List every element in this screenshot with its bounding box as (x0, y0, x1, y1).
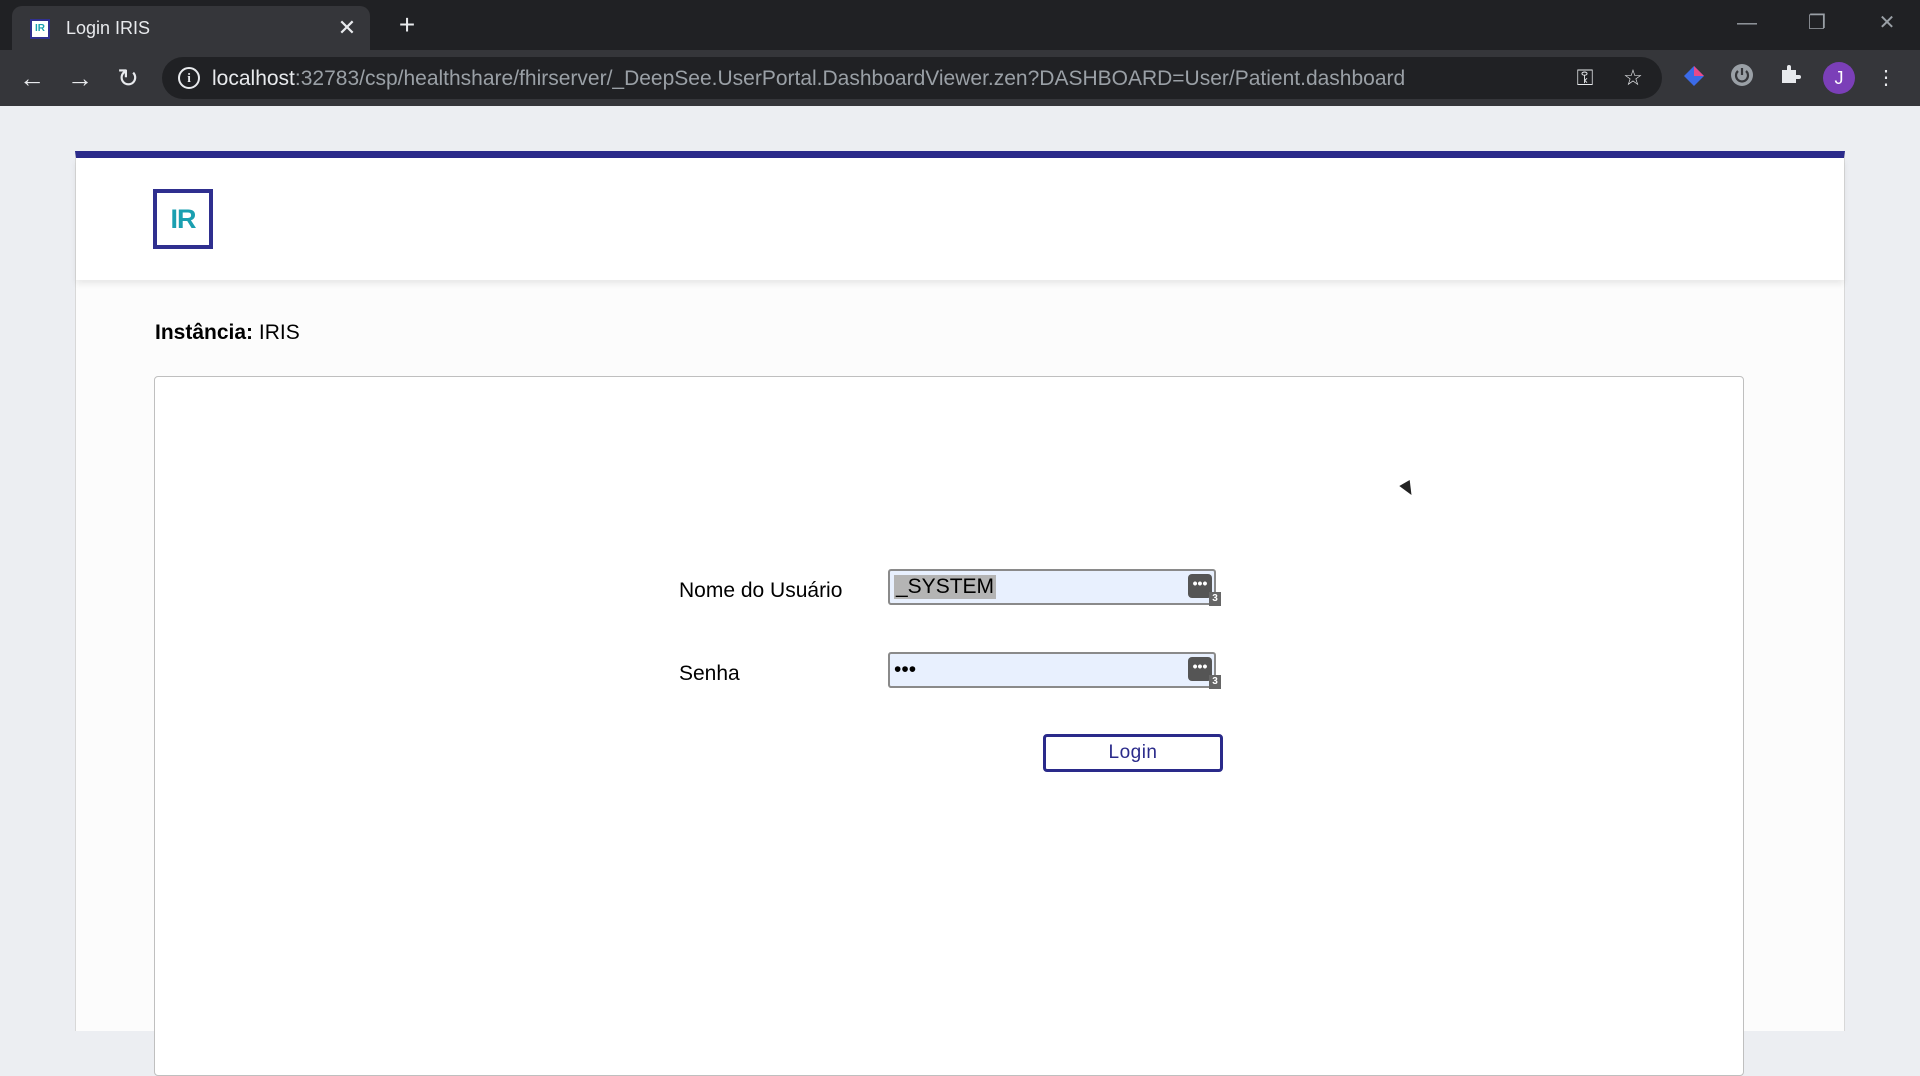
close-tab-icon[interactable]: ✕ (334, 15, 360, 41)
password-label: Senha (679, 662, 740, 685)
page-header: IR (76, 158, 1844, 280)
back-icon[interactable]: ← (14, 60, 50, 96)
password-manager-badge: 3 (1209, 675, 1221, 689)
password-manager-icon[interactable]: ••• 3 (1188, 574, 1221, 606)
tab-title: Login IRIS (66, 18, 151, 38)
login-card: IR Instância: IRIS Nome do Usuário _SYST… (75, 151, 1845, 1076)
menu-kebab-icon[interactable]: ⋮ (1870, 62, 1902, 94)
site-info-icon[interactable]: i (178, 67, 200, 89)
extensions-puzzle-icon[interactable] (1774, 62, 1806, 94)
restore-icon[interactable]: ❐ (1792, 8, 1842, 38)
username-field[interactable]: _SYSTEM ••• 3 (888, 569, 1221, 606)
username-label: Nome do Usuário (679, 579, 843, 602)
browser-tab[interactable]: IR Login IRIS ✕ (12, 6, 370, 50)
url-text[interactable]: localhost:32783/csp/healthshare/fhirserv… (212, 67, 1405, 91)
password-manager-badge: 3 (1209, 592, 1221, 606)
login-form: Nome do Usuário _SYSTEM ••• 3 Senha ••• … (154, 376, 1744, 1076)
forward-icon[interactable]: → (62, 60, 98, 96)
profile-avatar[interactable]: J (1823, 62, 1855, 94)
password-value: ••• (894, 658, 917, 681)
instance-info: Instância: IRIS (155, 321, 300, 345)
minimize-icon[interactable]: ― (1722, 8, 1772, 38)
username-value: _SYSTEM (894, 575, 997, 599)
favicon-icon: IR (30, 19, 50, 39)
instance-label: Instância: (155, 321, 254, 344)
url-host: localhost (212, 67, 295, 90)
extension-diamond-icon[interactable] (1678, 62, 1710, 94)
star-icon[interactable]: ☆ (1620, 65, 1646, 91)
url-path: :32783/csp/healthshare/fhirserver/_DeepS… (294, 67, 1406, 90)
browser-toolbar: ← → ↻ i localhost:32783/csp/healthshare/… (0, 50, 1920, 106)
window-close-icon[interactable]: ✕ (1862, 8, 1912, 38)
new-tab-button[interactable]: + (390, 8, 424, 42)
browser-tabbar: IR Login IRIS ✕ + ― ❐ ✕ (0, 0, 1920, 50)
address-bar[interactable]: i localhost:32783/csp/healthshare/fhirse… (162, 57, 1662, 99)
iris-logo: IR (153, 189, 213, 249)
power-icon[interactable] (1726, 62, 1758, 94)
reload-icon[interactable]: ↻ (110, 60, 146, 96)
password-field[interactable]: ••• ••• 3 (888, 652, 1221, 689)
instance-value: IRIS (258, 321, 300, 344)
page-body: IR Instância: IRIS Nome do Usuário _SYST… (0, 106, 1920, 1076)
key-icon[interactable]: ⚿ (1572, 65, 1598, 91)
password-manager-icon[interactable]: ••• 3 (1188, 657, 1221, 689)
login-button[interactable]: Login (1043, 734, 1223, 772)
